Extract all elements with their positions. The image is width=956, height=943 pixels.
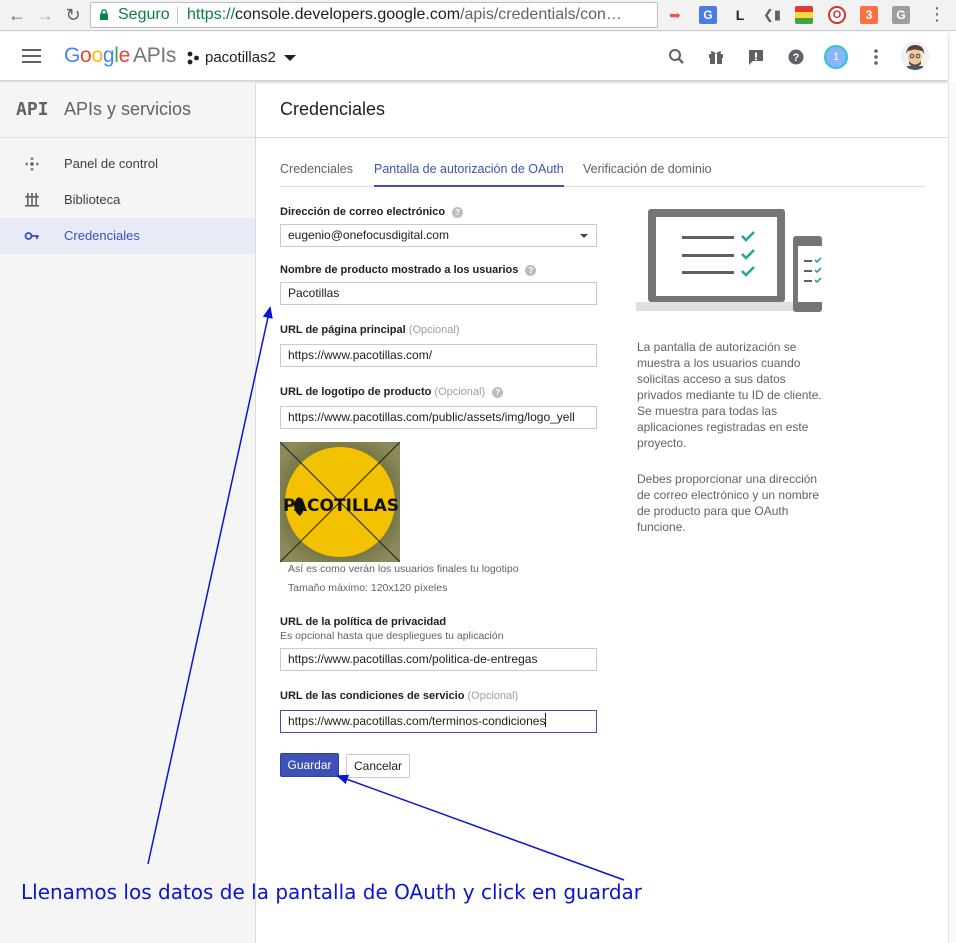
google-logo-text: Google — [64, 44, 130, 67]
extension-3d-icon[interactable]: 3 — [860, 6, 878, 24]
terms-url-label-text: URL de las condiciones de servicio — [280, 690, 465, 702]
sidebar-item-label: Credenciales — [64, 228, 140, 243]
extension-cast-icon[interactable]: ➥ — [666, 6, 684, 24]
email-select[interactable]: eugenio@onefocusdigital.com — [280, 224, 597, 247]
help-icon[interactable]: ? — [452, 207, 464, 218]
annotation-arrow-save — [336, 774, 625, 881]
help-icon[interactable]: ? — [492, 387, 504, 398]
privacy-url-input[interactable]: https://www.pacotillas.com/politica-de-e… — [280, 648, 597, 671]
user-avatar[interactable] — [901, 42, 929, 70]
product-name-label-text: Nombre de producto mostrado a los usuari… — [280, 264, 519, 276]
email-label-text: Dirección de correo electrónico — [280, 206, 446, 218]
annotation-caption: Llenamos los datos de la pantalla de OAu… — [21, 880, 643, 904]
reload-icon[interactable]: ↻ — [61, 3, 85, 27]
product-name-label: Nombre de producto mostrado a los usuari… — [280, 264, 537, 276]
secure-label: Seguro — [118, 6, 170, 23]
save-button[interactable]: Guardar — [280, 753, 339, 777]
lock-icon — [100, 9, 108, 20]
sidebar-item-label: Panel de control — [64, 156, 158, 171]
logo-size-note: Tamaño máximo: 120x120 píxeles — [288, 582, 448, 594]
apis-logo-text: APIs — [132, 44, 177, 67]
title-divider — [256, 137, 948, 138]
svg-text:?: ? — [793, 52, 800, 64]
help-icon[interactable]: ? — [786, 47, 806, 67]
back-icon[interactable]: ← — [5, 3, 29, 27]
gift-icon[interactable] — [706, 47, 726, 67]
url-text: https://console.developers.google.com/ap… — [187, 3, 622, 27]
omnibox-separator — [177, 7, 178, 24]
info-paragraph-2: Debes proporcionar una dirección de corr… — [637, 472, 820, 534]
extension-g-icon[interactable]: G — [892, 6, 910, 24]
extension-color-icon[interactable] — [795, 6, 813, 24]
text-cursor — [545, 713, 547, 727]
homepage-url-label-text: URL de página principal — [280, 324, 406, 336]
url-scheme: https:// — [187, 6, 236, 23]
privacy-url-subtext: Es opcional hasta que despliegues tu apl… — [280, 630, 504, 642]
product-name-input[interactable]: Pacotillas — [280, 282, 597, 305]
extension-translate-icon[interactable]: G — [699, 6, 717, 24]
api-glyph-icon: API — [16, 99, 49, 120]
forward-icon[interactable]: → — [33, 3, 57, 27]
logo-preview-note: Así es como verán los usuarios finales t… — [288, 563, 519, 575]
sidebar-title: APIs y servicios — [64, 99, 192, 119]
optional-tag: (Opcional) — [434, 386, 486, 398]
info-paragraph-1: La pantalla de autorización se muestra a… — [637, 340, 822, 450]
browser-toolbar: ← → ↻ Seguro https://console.developers.… — [0, 0, 956, 31]
logo-url-input[interactable]: https://www.pacotillas.com/public/assets… — [280, 406, 597, 429]
tab-oauth-consent[interactable]: Pantalla de autorización de OAuth — [374, 162, 564, 187]
key-icon — [24, 232, 39, 240]
url-host: console.developers.google.com — [235, 6, 461, 23]
help-icon[interactable]: ? — [525, 265, 537, 276]
notifications-badge[interactable]: 1 — [824, 45, 848, 69]
sidebar-divider — [0, 137, 255, 138]
project-caret-icon[interactable] — [284, 55, 296, 61]
cancel-button[interactable]: Cancelar — [346, 754, 410, 778]
sidebar: API APIs y servicios Panel de control Bi… — [0, 82, 256, 943]
terms-url-input[interactable]: https://www.pacotillas.com/terminos-cond… — [280, 710, 597, 733]
chrome-menu-icon[interactable]: ⋮ — [928, 4, 946, 24]
optional-tag: (Opcional) — [408, 324, 460, 336]
homepage-url-label: URL de página principal (Opcional) — [280, 324, 460, 336]
email-label: Dirección de correo electrónico? — [280, 206, 464, 218]
extension-opera-icon[interactable]: O — [828, 6, 846, 24]
project-selector[interactable]: pacotillas2 — [205, 49, 276, 66]
extension-l-icon[interactable]: L — [731, 6, 749, 24]
extension-audio-icon[interactable]: ❮▮ — [763, 6, 781, 24]
sidebar-item-dashboard[interactable]: Panel de control — [0, 146, 255, 182]
optional-tag: (Opcional) — [467, 690, 519, 702]
logo-url-label: URL de logotipo de producto (Opcional)? — [280, 386, 504, 398]
privacy-url-label: URL de la política de privacidad — [280, 616, 447, 628]
address-bar[interactable]: Seguro https://console.developers.google… — [90, 2, 658, 28]
sidebar-item-credentials[interactable]: Credenciales — [0, 218, 255, 254]
feedback-icon[interactable] — [746, 47, 766, 67]
url-path: /apis/credentials/con… — [460, 6, 622, 23]
page-scrollbar[interactable] — [948, 82, 956, 943]
library-icon — [25, 193, 39, 207]
search-icon[interactable] — [667, 47, 687, 67]
hamburger-menu-icon[interactable] — [22, 49, 41, 63]
terms-url-value: https://www.pacotillas.com/terminos-cond… — [288, 714, 546, 728]
dropdown-caret-icon — [580, 234, 588, 238]
logo-preview-image: PACOTILLAS — [280, 442, 400, 562]
email-select-value: eugenio@onefocusdigital.com — [288, 228, 449, 242]
tab-domain-verification[interactable]: Verificación de dominio — [583, 162, 712, 187]
dashboard-icon — [25, 157, 39, 171]
terms-url-label: URL de las condiciones de servicio (Opci… — [280, 690, 518, 702]
page-title: Credenciales — [280, 99, 386, 119]
more-vert-icon[interactable] — [866, 47, 886, 67]
project-icon — [187, 51, 199, 65]
homepage-url-input[interactable]: https://www.pacotillas.com/ — [280, 344, 597, 367]
app-header: Google APIs pacotillas2 ? 1 — [0, 32, 948, 81]
tab-credentials[interactable]: Credenciales — [280, 162, 353, 187]
sidebar-item-label: Biblioteca — [64, 192, 121, 207]
tab-bar: Credenciales Pantalla de autorización de… — [280, 162, 926, 187]
consent-screen-illustration — [636, 209, 822, 312]
google-apis-logo[interactable]: Google APIs — [64, 44, 176, 68]
logo-url-label-text: URL de logotipo de producto — [280, 386, 432, 398]
sidebar-item-library[interactable]: Biblioteca — [0, 182, 255, 218]
